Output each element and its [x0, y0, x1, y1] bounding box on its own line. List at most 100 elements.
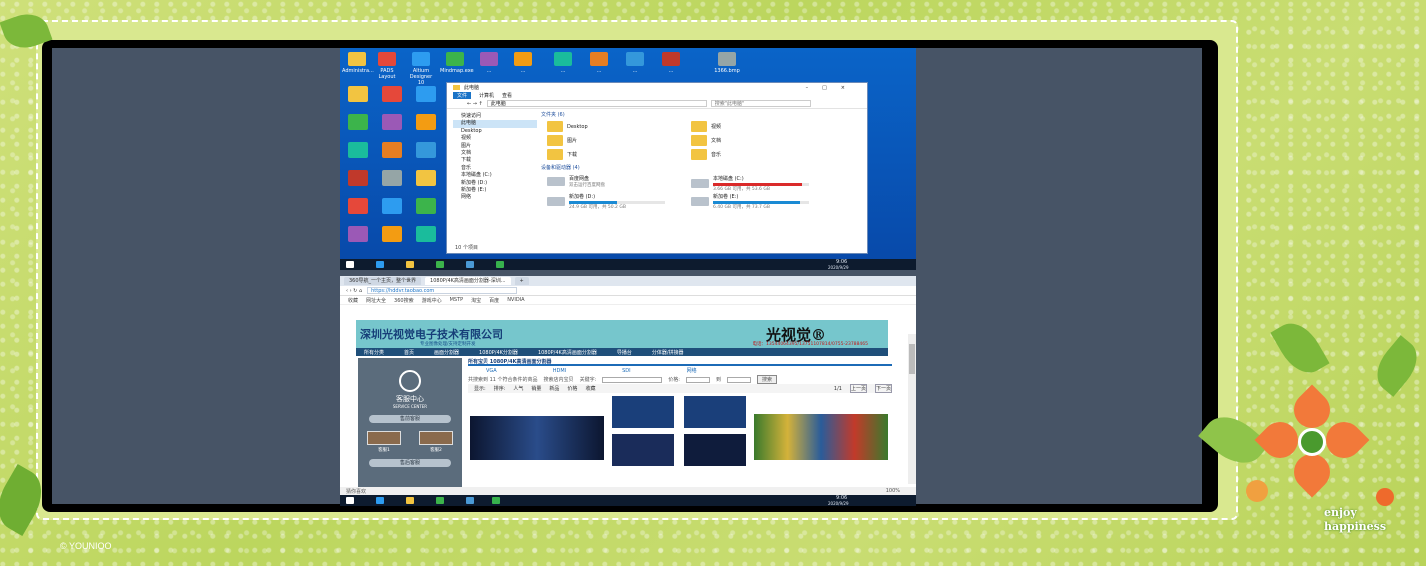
- desktop-icon[interactable]: ...: [548, 52, 578, 78]
- desktop-icon[interactable]: ...: [620, 52, 650, 78]
- product-image[interactable]: [684, 434, 746, 466]
- desktop-icon[interactable]: [382, 198, 402, 214]
- ribbon-tab-view[interactable]: 查看: [502, 92, 512, 99]
- desktop-icon[interactable]: [348, 114, 368, 130]
- desktop-icon[interactable]: ...: [474, 52, 504, 78]
- new-tab-button[interactable]: +: [514, 277, 529, 285]
- bookmark[interactable]: 收藏: [348, 297, 358, 304]
- product-tab[interactable]: SDI: [622, 368, 631, 374]
- desktop-icon[interactable]: [416, 170, 436, 186]
- presale-service-button[interactable]: 售前客服: [369, 415, 451, 423]
- desktop-icon[interactable]: [382, 86, 402, 102]
- desktop-icon[interactable]: [416, 198, 436, 214]
- desktop-icon[interactable]: ...: [508, 52, 538, 78]
- taskbar-app-icon[interactable]: [436, 497, 444, 504]
- desktop-icon[interactable]: ...: [656, 52, 686, 78]
- start-icon[interactable]: [346, 261, 354, 268]
- sort-item[interactable]: 排序:: [494, 385, 506, 392]
- drives-section-header[interactable]: 设备和驱动器 (4): [541, 164, 580, 172]
- nav-back-forward-icon[interactable]: ‹ › ↻ ⌂: [346, 288, 362, 294]
- drive-tile[interactable]: 本地磁盘 (C:) 3.66 GB 可用，共 53.6 GB: [691, 175, 809, 192]
- bookmark[interactable]: 淘宝: [471, 297, 481, 304]
- shop-nav-item[interactable]: 1080P/4K分割器: [479, 349, 518, 356]
- taskbar-app-icon[interactable]: [436, 261, 444, 268]
- shop-nav-item[interactable]: 画面分割器: [434, 349, 459, 356]
- window-controls[interactable]: –□×: [806, 85, 859, 91]
- desktop-icon[interactable]: Mindmap.exe: [440, 52, 474, 78]
- nav-pictures[interactable]: 图片: [453, 143, 537, 150]
- aftersale-service-button[interactable]: 售后客服: [369, 459, 451, 467]
- desktop-icon[interactable]: [382, 114, 402, 130]
- product-tab[interactable]: 网络: [687, 367, 697, 374]
- taskbar-app-icon[interactable]: [496, 261, 504, 268]
- service-name[interactable]: 客服1: [378, 447, 390, 453]
- desktop-icon[interactable]: [348, 142, 368, 158]
- product-image[interactable]: [684, 396, 746, 428]
- taskbar-app-icon[interactable]: [376, 497, 384, 504]
- search-button[interactable]: 搜索: [756, 375, 777, 384]
- sort-item[interactable]: 销量: [531, 385, 541, 392]
- ribbon-tab-computer[interactable]: 计算机: [479, 92, 494, 99]
- taskbar-app-icon[interactable]: [406, 261, 414, 268]
- product-tab[interactable]: VGA: [486, 368, 497, 374]
- folder-desktop[interactable]: Desktop: [547, 121, 588, 132]
- address-bar[interactable]: 此电脑: [486, 100, 707, 107]
- bookmark[interactable]: NVIDIA: [507, 297, 524, 303]
- file-explorer-window[interactable]: 此电脑 –□× 文件 计算机 查看 ← → ↑ 此电脑 搜索"此电脑" 快速访问…: [446, 82, 868, 254]
- shop-nav-item[interactable]: 首页: [404, 349, 414, 356]
- folder-pictures[interactable]: 图片: [547, 135, 577, 146]
- nav-this-pc[interactable]: 此电脑: [453, 120, 537, 128]
- desktop-icon[interactable]: [416, 114, 436, 130]
- page-scrollbar[interactable]: [908, 334, 916, 484]
- shop-nav-item[interactable]: 分体器/拼接器: [652, 349, 684, 356]
- folder-music[interactable]: 音乐: [691, 149, 721, 160]
- bookmark[interactable]: MSTP: [450, 297, 464, 303]
- desktop-icon[interactable]: [416, 142, 436, 158]
- sort-item[interactable]: 收藏: [585, 385, 595, 392]
- service-avatar[interactable]: [367, 431, 401, 445]
- keyword-input[interactable]: [602, 376, 663, 383]
- drive-tile[interactable]: 百度网盘 双击运行百度网盘: [547, 175, 605, 188]
- drive-tile[interactable]: 新加卷 (E:) 6.40 GB 可用，共 73.7 GB: [691, 193, 809, 210]
- desktop-icon[interactable]: [382, 226, 402, 242]
- sort-item[interactable]: 新品: [549, 385, 559, 392]
- desktop-icon[interactable]: Altium Designer 10: [406, 52, 436, 86]
- desktop-icon[interactable]: [348, 86, 368, 102]
- browser-tab-1[interactable]: 360导航_一个主页，整个世界: [344, 277, 422, 285]
- nav-arrows[interactable]: ← → ↑: [467, 101, 483, 107]
- desktop-icon[interactable]: 1366.bmp: [712, 52, 742, 78]
- bookmark[interactable]: 网址大全: [366, 297, 386, 304]
- sort-item[interactable]: 显示:: [474, 385, 486, 392]
- taskbar-app-icon[interactable]: [466, 261, 474, 268]
- shop-nav-item[interactable]: 导播台: [617, 349, 632, 356]
- shop-nav-item[interactable]: 所有分类: [364, 349, 384, 356]
- desktop-icon[interactable]: [382, 170, 402, 186]
- desktop-icon[interactable]: [416, 86, 436, 102]
- taskbar-app-icon[interactable]: [406, 497, 414, 504]
- desktop-icon[interactable]: Administra...: [342, 52, 374, 78]
- folder-downloads[interactable]: 下载: [547, 149, 577, 160]
- nav-network[interactable]: 网络: [453, 194, 537, 201]
- service-avatar[interactable]: [419, 431, 453, 445]
- bookmark[interactable]: 百度: [489, 297, 499, 304]
- prev-page-button[interactable]: 上一页: [849, 384, 867, 393]
- start-icon[interactable]: [346, 497, 354, 504]
- folder-documents[interactable]: 文档: [691, 135, 721, 146]
- desktop-icon[interactable]: PADS Layout: [372, 52, 402, 80]
- zoom-level[interactable]: 100%: [886, 488, 900, 494]
- drive-tile[interactable]: 新加卷 (D:) 24.9 GB 可用，共 50.2 GB: [547, 193, 665, 210]
- taskbar-app-icon[interactable]: [376, 261, 384, 268]
- taskbar-app-icon[interactable]: [466, 497, 474, 504]
- product-image[interactable]: [470, 416, 604, 460]
- desktop-icon[interactable]: [348, 170, 368, 186]
- status-left[interactable]: 猜你喜欢: [346, 488, 366, 495]
- nav-downloads[interactable]: 下载: [453, 157, 537, 164]
- price-max-input[interactable]: [726, 376, 751, 383]
- nav-videos[interactable]: 视频: [453, 135, 537, 142]
- product-image[interactable]: [754, 414, 888, 460]
- browser-tab-2[interactable]: 1080P/4K高清画面分割器-深圳...: [425, 277, 511, 285]
- service-name[interactable]: 客服2: [430, 447, 442, 453]
- desktop-icon[interactable]: [348, 226, 368, 242]
- sort-item[interactable]: 价格: [567, 385, 577, 392]
- product-image[interactable]: [612, 396, 674, 428]
